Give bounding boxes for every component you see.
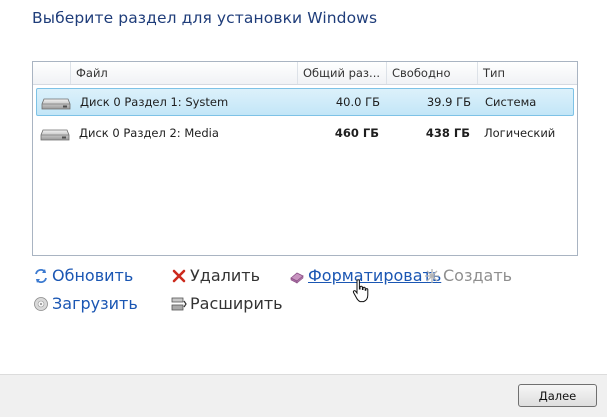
- partition-type: Логический: [484, 126, 556, 140]
- partition-free-space: 39.9 ГБ: [426, 95, 471, 109]
- partition-table: Файл Общий раз... Свободно Тип Диск 0 Ра…: [32, 61, 578, 256]
- partition-total-size: 460 ГБ: [334, 126, 379, 140]
- hard-drive-icon: [40, 129, 70, 141]
- table-row[interactable]: Диск 0 Раздел 1: System 40.0 ГБ 39.9 ГБ …: [36, 88, 574, 116]
- extend-disk-icon: [171, 297, 187, 311]
- hand-cursor-icon: [352, 279, 369, 303]
- next-button[interactable]: Далее: [518, 384, 597, 407]
- column-header-type[interactable]: Тип: [477, 62, 577, 84]
- column-header-free-space[interactable]: Свободно: [386, 62, 477, 84]
- column-header-total-size[interactable]: Общий раз...: [297, 62, 386, 84]
- refresh-icon: [35, 269, 47, 283]
- create-label[interactable]: Создать: [443, 267, 512, 285]
- table-row[interactable]: Диск 0 Раздел 2: Media 460 ГБ 438 ГБ Лог…: [36, 120, 574, 148]
- refresh-label[interactable]: Обновить: [52, 267, 133, 285]
- sparkle-icon: [425, 269, 439, 283]
- partition-free-space: 438 ГБ: [425, 126, 470, 140]
- load-driver-label[interactable]: Загрузить: [52, 295, 138, 313]
- partition-type: Система: [485, 95, 537, 109]
- disc-icon: [34, 297, 48, 311]
- footer-bar: [0, 374, 607, 417]
- partition-total-size: 40.0 ГБ: [335, 95, 380, 109]
- delete-x-icon: [172, 269, 186, 283]
- extend-label[interactable]: Расширить: [190, 295, 283, 313]
- page-title: Выберите раздел для установки Windows: [32, 9, 378, 27]
- partition-name: Диск 0 Раздел 2: Media: [79, 126, 219, 140]
- format-label[interactable]: Форматировать: [308, 267, 441, 285]
- eraser-icon: [290, 272, 304, 284]
- delete-label[interactable]: Удалить: [190, 267, 260, 285]
- column-header-icon: [33, 62, 70, 84]
- column-header-name[interactable]: Файл: [70, 62, 297, 84]
- partition-name: Диск 0 Раздел 1: System: [80, 95, 229, 109]
- hard-drive-icon: [41, 98, 71, 110]
- table-header: Файл Общий раз... Свободно Тип: [33, 62, 577, 85]
